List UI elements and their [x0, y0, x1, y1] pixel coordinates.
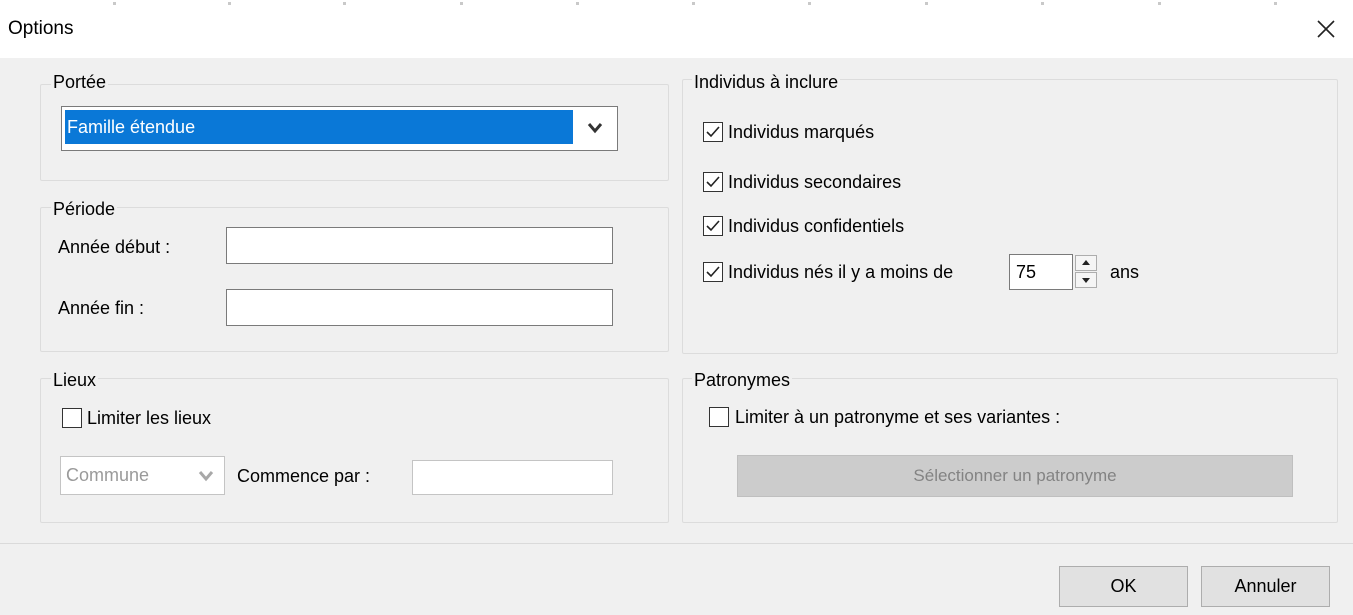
ok-button[interactable]: OK	[1059, 566, 1188, 607]
spin-up-button[interactable]	[1075, 255, 1097, 271]
caret-down-icon	[1082, 278, 1090, 283]
years-input[interactable]: 75	[1009, 254, 1073, 290]
title-bar: Options	[0, 0, 1353, 58]
marked-individuals-label: Individus marqués	[728, 122, 875, 142]
confidential-individuals-checkbox[interactable]	[703, 216, 723, 236]
footer-divider	[0, 543, 1353, 544]
start-year-label: Année début :	[58, 237, 171, 257]
place-type-dropdown[interactable]: Commune	[60, 456, 225, 495]
checkmark-icon	[706, 266, 720, 278]
places-legend: Lieux	[51, 370, 99, 391]
close-icon[interactable]	[1311, 14, 1341, 44]
limit-surname-checkbox[interactable]	[709, 407, 729, 427]
cancel-button[interactable]: Annuler	[1201, 566, 1330, 607]
select-surname-button[interactable]: Sélectionner un patronyme	[737, 455, 1293, 497]
starts-with-input[interactable]	[412, 460, 613, 495]
checkmark-icon	[706, 126, 720, 138]
limit-places-checkbox[interactable]	[62, 408, 82, 428]
places-group	[40, 378, 669, 523]
checkmark-icon	[706, 176, 720, 188]
years-unit-label: ans	[1110, 262, 1140, 282]
window-title: Options	[8, 18, 74, 39]
end-year-label: Année fin :	[58, 298, 145, 318]
spin-down-button[interactable]	[1075, 272, 1097, 288]
chevron-down-icon	[587, 123, 603, 134]
surnames-legend: Patronymes	[692, 370, 793, 391]
recent-births-checkbox[interactable]	[703, 262, 723, 282]
starts-with-label: Commence par :	[237, 466, 371, 486]
checkmark-icon	[706, 220, 720, 232]
period-legend: Période	[51, 199, 118, 220]
individuals-legend: Individus à inclure	[692, 72, 841, 93]
confidential-individuals-label: Individus confidentiels	[728, 216, 905, 236]
caret-up-icon	[1082, 260, 1090, 265]
scope-selected-value: Famille étendue	[65, 110, 573, 144]
scope-legend: Portée	[51, 72, 109, 93]
chevron-down-icon	[198, 471, 214, 482]
limit-surname-label: Limiter à un patronyme et ses variantes …	[735, 407, 1061, 427]
start-year-input[interactable]	[226, 227, 613, 264]
marked-individuals-checkbox[interactable]	[703, 122, 723, 142]
recent-births-label: Individus nés il y a moins de	[728, 262, 954, 282]
ruler-ticks	[0, 0, 1353, 8]
secondary-individuals-checkbox[interactable]	[703, 172, 723, 192]
end-year-input[interactable]	[226, 289, 613, 326]
secondary-individuals-label: Individus secondaires	[728, 172, 902, 192]
surnames-group	[682, 378, 1338, 523]
limit-places-label: Limiter les lieux	[87, 408, 212, 428]
scope-dropdown[interactable]: Famille étendue	[61, 106, 618, 151]
place-type-value: Commune	[66, 465, 150, 485]
